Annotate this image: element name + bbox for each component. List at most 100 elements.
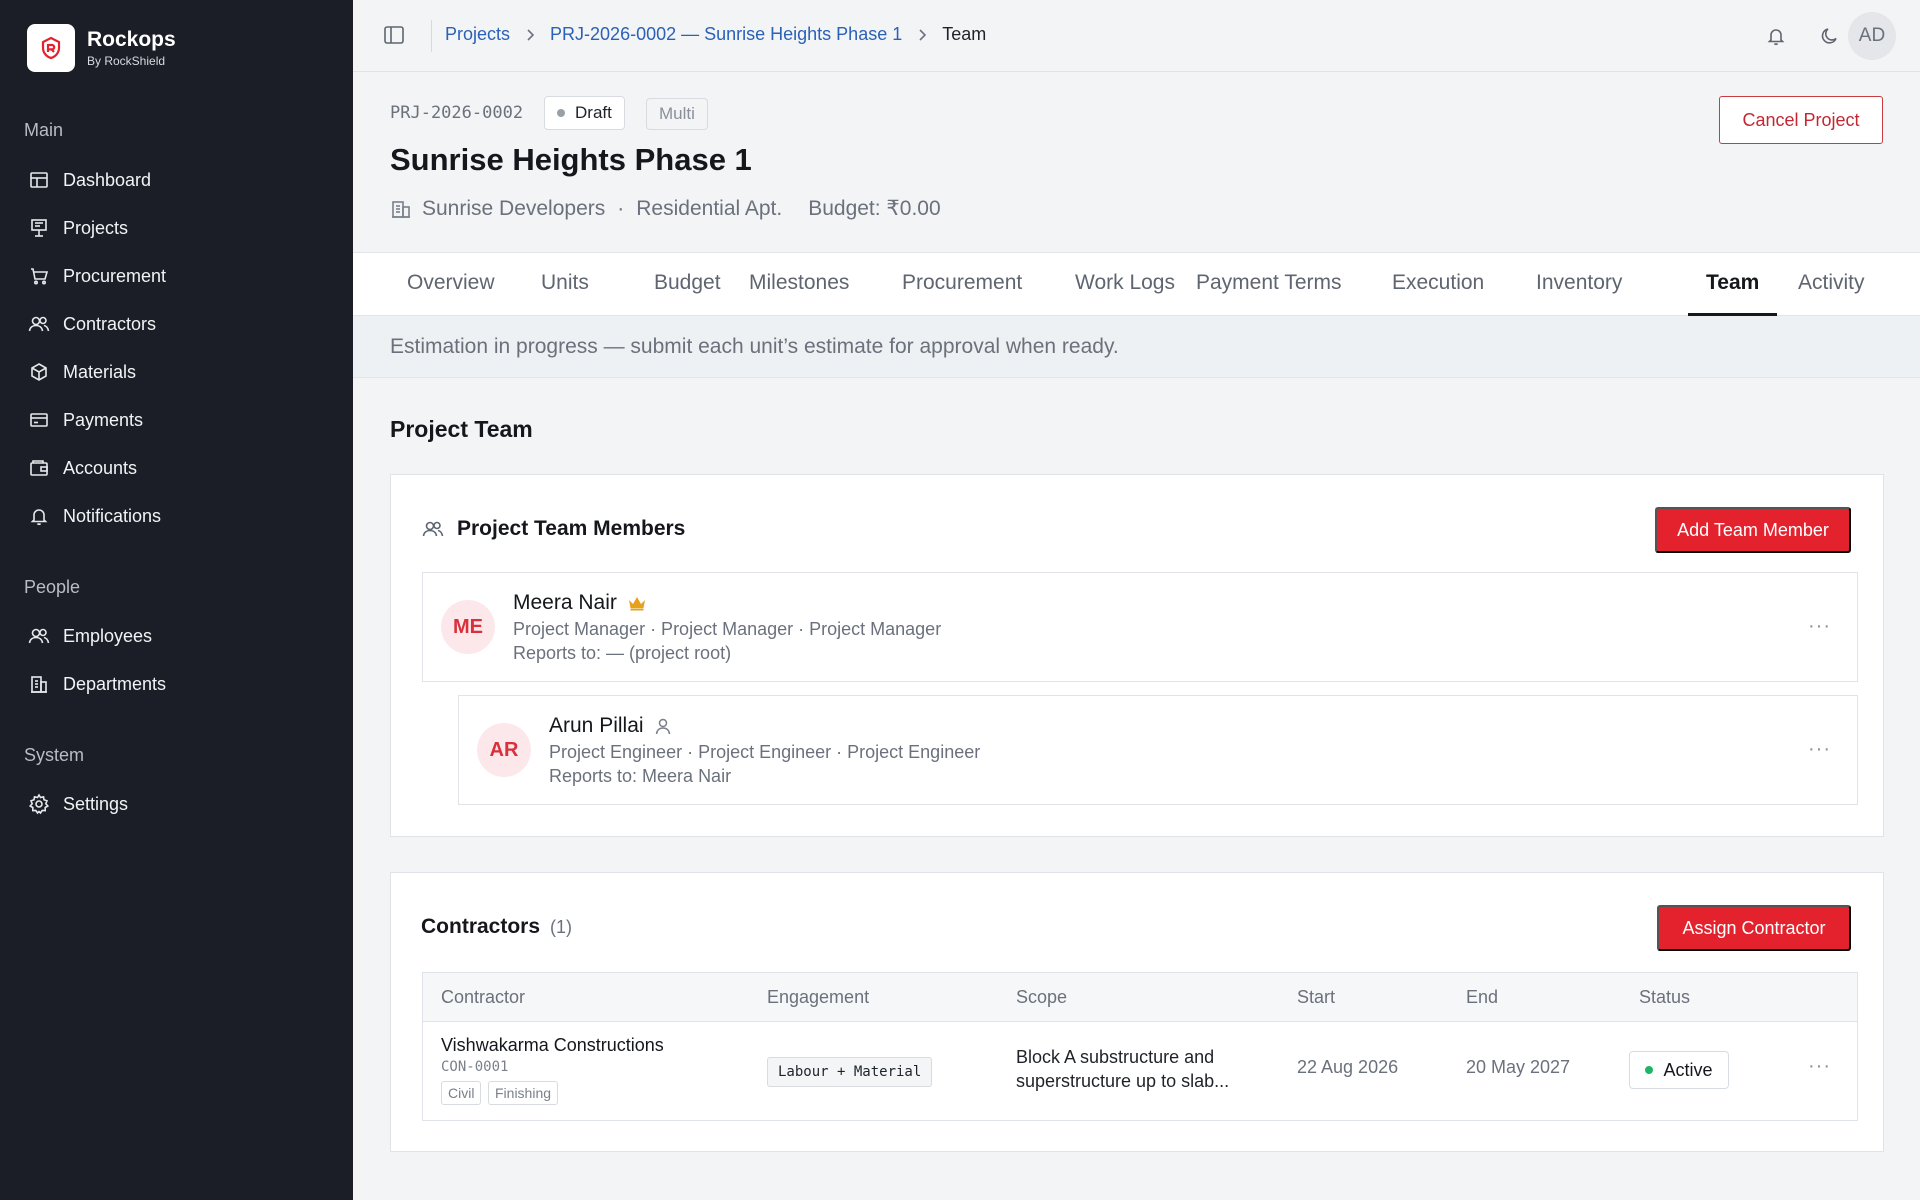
sidebar-toggle-icon[interactable] [383,24,407,48]
chevron-right-icon [916,28,928,42]
section-title: Project Team [390,416,533,442]
crown-icon [627,595,647,611]
tab-inventory[interactable]: Inventory [1518,253,1640,316]
status-dot [557,109,565,117]
bell-icon [27,504,51,528]
project-meta: Sunrise Developers · Residential Apt. Bu… [390,196,941,221]
sidebar-item-label: Departments [63,673,167,694]
sidebar-item-contractors[interactable]: Contractors [27,310,156,338]
brand[interactable]: Rockops By RockShield [27,24,176,72]
tab-bar: Overview Units Budget Milestones Procure… [353,252,1920,316]
team-member-row[interactable]: AR Arun Pillai Project Engineer · Projec… [458,695,1858,805]
member-name: Meera Nair [513,591,617,614]
tab-procurement[interactable]: Procurement [884,253,1040,316]
nav-section-people: People [24,577,81,597]
sidebar-item-label: Accounts [63,457,138,478]
sidebar-item-label: Materials [63,361,137,382]
contractor-tag: Finishing [488,1081,559,1105]
status-dot [1645,1066,1654,1074]
column-header: End [1466,987,1499,1007]
page-title: Sunrise Heights Phase 1 [390,142,752,177]
contractors-table: Contractor Engagement Scope Start End St… [422,972,1858,1121]
bell-icon[interactable] [1762,22,1790,50]
contractors-count: (1) [550,917,573,937]
project-header: PRJ-2026-0002 Draft Multi Sunrise Height… [353,72,1920,252]
tab-units[interactable]: Units [523,253,607,316]
dashboard-icon [27,168,51,192]
more-options-icon[interactable]: ··· [1808,615,1831,638]
more-options-icon[interactable]: ··· [1808,1055,1831,1078]
project-type: Residential Apt. [636,196,783,220]
tab-overview[interactable]: Overview [353,253,513,316]
tab-activity[interactable]: Activity [1780,253,1883,316]
sidebar-item-label: Payments [63,409,144,430]
contractor-name[interactable]: Vishwakarma Constructions [441,1035,664,1056]
contractor-tag: Civil [441,1081,482,1105]
gear-icon [27,792,51,816]
tab-execution[interactable]: Execution [1374,253,1502,316]
breadcrumb: Projects PRJ-2026-0002 — Sunrise Heights… [445,24,986,45]
add-team-member-button[interactable]: Add Team Member [1655,507,1851,553]
tab-milestones[interactable]: Milestones [731,253,867,316]
sidebar-item-label: Projects [63,217,129,238]
member-reports-to: Reports to: Meera Nair [549,766,732,786]
avatar: ME [441,600,495,654]
tab-budget[interactable]: Budget [636,253,739,316]
topbar-divider [431,20,432,52]
box-icon [27,360,51,384]
tab-team[interactable]: Team [1688,253,1778,316]
sidebar-item-accounts[interactable]: Accounts [27,454,137,482]
sidebar-item-payments[interactable]: Payments [27,406,143,434]
moon-icon[interactable] [1816,22,1844,50]
status-badge: Draft [544,96,625,130]
scope-text: Block A substructure and superstructure … [1016,1047,1230,1091]
sidebar-item-employees[interactable]: Employees [27,622,152,650]
nav-section-system: System [24,745,85,765]
member-reports-to: Reports to: — (project root) [513,643,732,663]
tab-work-logs[interactable]: Work Logs [1057,253,1193,316]
column-header: Contractor [441,987,526,1007]
table-header: Contractor Engagement Scope Start End St… [423,973,1857,1022]
member-name: Arun Pillai [549,714,644,737]
project-code: PRJ-2026-0002 [390,103,524,123]
sidebar-item-label: Settings [63,793,129,814]
sidebar-item-label: Dashboard [63,169,152,190]
sidebar-item-materials[interactable]: Materials [27,358,136,386]
column-header: Status [1639,987,1691,1007]
tab-payment-terms[interactable]: Payment Terms [1178,253,1360,316]
breadcrumb-current: Team [942,24,987,44]
sidebar-item-departments[interactable]: Departments [27,670,166,698]
chevron-right-icon [524,28,536,42]
status-label: Draft [575,103,612,122]
cancel-project-button[interactable]: Cancel Project [1719,96,1883,144]
projects-icon [27,216,51,240]
sidebar-item-label: Employees [63,625,153,646]
user-icon [654,717,672,735]
team-member-row[interactable]: ME Meera Nair Project Manager · Project … [422,572,1858,682]
nav-section-main: Main [24,120,64,140]
sidebar-item-procurement[interactable]: Procurement [27,262,166,290]
column-header: Start [1297,987,1336,1007]
sidebar-item-label: Notifications [63,505,162,526]
breadcrumb-project[interactable]: PRJ-2026-0002 — Sunrise Heights Phase 1 [550,24,902,45]
breadcrumb-projects[interactable]: Projects [445,24,510,45]
sidebar-item-notifications[interactable]: Notifications [27,502,161,530]
column-header: Engagement [767,987,870,1007]
estimation-notice: Estimation in progress — submit each uni… [353,316,1920,378]
wallet-icon [27,456,51,480]
sidebar-item-label: Contractors [63,313,157,334]
sidebar-item-dashboard[interactable]: Dashboard [27,166,151,194]
sidebar-item-settings[interactable]: Settings [27,790,128,818]
status-label: Active [1663,1059,1713,1080]
topbar: Projects PRJ-2026-0002 — Sunrise Heights… [353,0,1920,72]
more-options-icon[interactable]: ··· [1808,738,1831,761]
sidebar-item-projects[interactable]: Projects [27,214,128,242]
sidebar-item-label: Procurement [63,265,167,286]
assign-contractor-button[interactable]: Assign Contractor [1657,905,1851,951]
building-icon [27,672,51,696]
contractors-title: Contractors [421,915,541,938]
user-avatar[interactable]: AD [1848,12,1896,60]
end-date: 20 May 2027 [1466,1057,1571,1077]
brand-logo [27,24,75,72]
member-name-wrap: Meera Nair [513,591,647,615]
